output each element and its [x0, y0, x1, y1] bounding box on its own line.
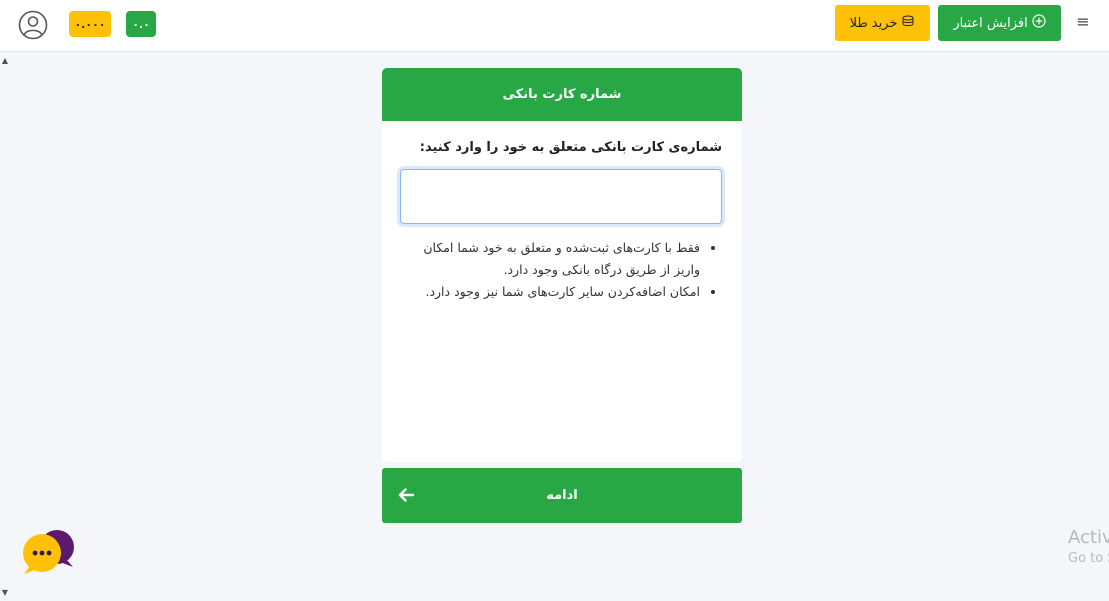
scrollbar-up-arrow[interactable]: ▲ — [0, 56, 10, 66]
note-item: فقط با کارت‌های ثبت‌شده و متعلق به خود ش… — [402, 237, 700, 281]
increase-credit-button[interactable]: افزایش اعتبار — [938, 5, 1061, 41]
user-avatar-icon[interactable] — [18, 10, 48, 40]
bank-card-form: شماره کارت بانکی شماره‌ی کارت بانکی متعل… — [382, 68, 742, 462]
continue-label: ادامه — [546, 488, 578, 503]
card-number-label: شماره‌ی کارت بانکی متعلق به خود را وارد … — [419, 140, 722, 155]
increase-credit-label: افزایش اعتبار — [953, 15, 1028, 31]
credit-balance-badge: ۰.۰ — [126, 11, 156, 37]
card-title: شماره کارت بانکی — [382, 68, 742, 121]
card-number-input[interactable] — [400, 169, 722, 224]
gold-balance-badge: ۰.۰۰۰ — [69, 11, 111, 37]
note-item: امکان اضافه‌کردن سایر کارت‌های شما نیز و… — [402, 281, 700, 303]
chat-widget-icon[interactable] — [22, 527, 76, 575]
watermark-title: Activate Windows — [1068, 527, 1109, 548]
watermark-subtitle: Go to Settings to activate Windows. — [1068, 551, 1109, 566]
activate-windows-watermark: Activate Windows Go to Settings to activ… — [1068, 527, 1109, 573]
menu-icon[interactable]: ≡ — [1074, 12, 1092, 32]
scrollbar-down-arrow[interactable]: ▼ — [0, 588, 10, 598]
top-navbar: ۰.۰۰۰ ۰.۰ خرید طلا افزایش اعتبار ≡ — [0, 0, 1109, 52]
plus-circle-icon — [1032, 14, 1046, 32]
buy-gold-button[interactable]: خرید طلا — [835, 5, 930, 41]
card-body: شماره‌ی کارت بانکی متعلق به خود را وارد … — [382, 121, 742, 303]
coins-icon — [901, 15, 915, 32]
buy-gold-label: خرید طلا — [849, 15, 898, 31]
notes-list: فقط با کارت‌های ثبت‌شده و متعلق به خود ش… — [402, 237, 722, 303]
continue-button[interactable]: ادامه — [382, 468, 742, 523]
arrow-left-icon — [397, 486, 415, 504]
